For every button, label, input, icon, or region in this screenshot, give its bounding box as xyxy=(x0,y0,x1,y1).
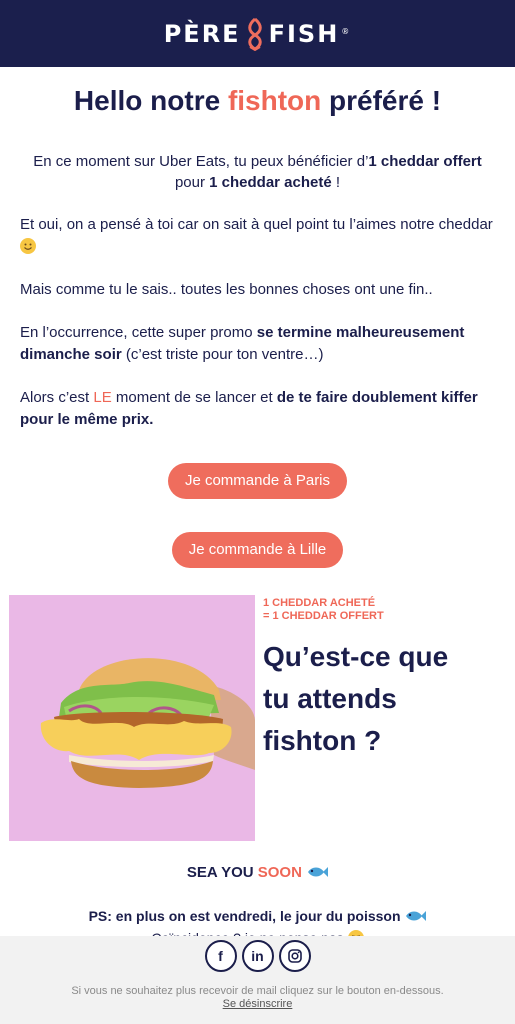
title-accent: fishton xyxy=(227,85,322,116)
paragraph-promo-ends: En l’occurrence, cette super promo se te… xyxy=(20,322,495,366)
burger-illustration xyxy=(9,595,255,841)
sea-you-soon: SEA YOU SOON xyxy=(0,862,515,884)
sea-red: SOON xyxy=(257,864,302,881)
promo-ends-text-2: (c’est triste pour ton ventre…) xyxy=(121,346,324,363)
facebook-icon[interactable]: f xyxy=(204,940,237,972)
sea-text: SEA YOU xyxy=(186,864,258,881)
registered-mark: ® xyxy=(341,26,352,36)
deal-line-2: = 1 CHEDDAR OFFERT xyxy=(263,610,384,622)
paragraph-cheddar-text: Et oui, on a pensé à toi car on sait à q… xyxy=(20,216,493,233)
intro-text-1: En ce moment sur Uber Eats, tu peux béné… xyxy=(33,153,369,170)
ps-line-1: PS: en plus on est vendredi, le jour du … xyxy=(0,905,515,927)
call-red: LE xyxy=(93,389,112,406)
logo-right-text: FISH xyxy=(268,19,340,48)
intro-bold-1: 1 cheddar offert xyxy=(368,153,482,170)
intro-bold-2: 1 cheddar acheté xyxy=(209,174,332,191)
promo-headline: Qu’est-ce que tu attends fishton ? xyxy=(263,636,515,762)
title-text-before: Hello notre xyxy=(73,85,228,116)
social-links: f in xyxy=(0,940,515,972)
ps-bold: PS: en plus on est vendredi, le jour du … xyxy=(88,908,401,924)
paragraph-cheddar: Et oui, on a pensé à toi car on sait à q… xyxy=(20,214,495,258)
logo-left-text: PÈRE xyxy=(163,19,241,48)
title-text-after: préféré ! xyxy=(321,85,442,116)
order-lille-button[interactable]: Je commande à Lille xyxy=(171,532,344,568)
linkedin-icon[interactable]: in xyxy=(241,940,274,972)
unsubscribe-link[interactable]: Se désinscrire xyxy=(0,998,515,1010)
call-text-1: Alors c’est xyxy=(20,389,94,406)
headline-line-2: tu attends xyxy=(263,683,397,714)
deal-line-1: 1 CHEDDAR ACHETÉ xyxy=(263,597,376,609)
headline-line-1: Qu’est-ce que xyxy=(263,641,449,672)
intro-text-2: pour xyxy=(174,174,210,191)
instagram-icon[interactable] xyxy=(278,940,311,972)
fish-icon xyxy=(404,907,427,921)
call-text-2: moment de se lancer et xyxy=(111,389,277,406)
smiling-face-icon xyxy=(20,238,36,254)
promo-text: 1 CHEDDAR ACHETÉ = 1 CHEDDAR OFFERT Qu’e… xyxy=(263,595,515,841)
header-bar: PÈRE FISH ® xyxy=(0,0,515,67)
unsubscribe-text: Si vous ne souhaitez plus recevoir de ma… xyxy=(71,985,444,997)
logo-fish-ampersand-icon xyxy=(244,17,266,51)
headline-line-3: fishton ? xyxy=(263,725,382,756)
page-title: Hello notre fishton préféré ! xyxy=(0,81,515,121)
footer: f in Si vous ne souhaitez plus recevoir … xyxy=(0,936,515,1024)
promo-ends-text-1: En l’occurrence, cette super promo xyxy=(20,324,257,341)
intro-text-3: ! xyxy=(331,174,341,191)
lille-button-row: Je commande à Lille xyxy=(0,532,515,568)
brand-logo[interactable]: PÈRE FISH ® xyxy=(164,17,352,51)
burger-photo xyxy=(9,595,255,841)
order-paris-button[interactable]: Je commande à Paris xyxy=(167,463,348,499)
fish-icon xyxy=(306,864,329,878)
paris-button-row: Je commande à Paris xyxy=(0,463,515,499)
intro-paragraph: En ce moment sur Uber Eats, tu peux béné… xyxy=(18,151,497,193)
paragraph-end: Mais comme tu le sais.. toutes les bonne… xyxy=(20,281,433,298)
paragraph-call: Alors c’est LE moment de se lancer et de… xyxy=(20,387,495,431)
promo-block: 1 CHEDDAR ACHETÉ = 1 CHEDDAR OFFERT Qu’e… xyxy=(0,595,515,841)
